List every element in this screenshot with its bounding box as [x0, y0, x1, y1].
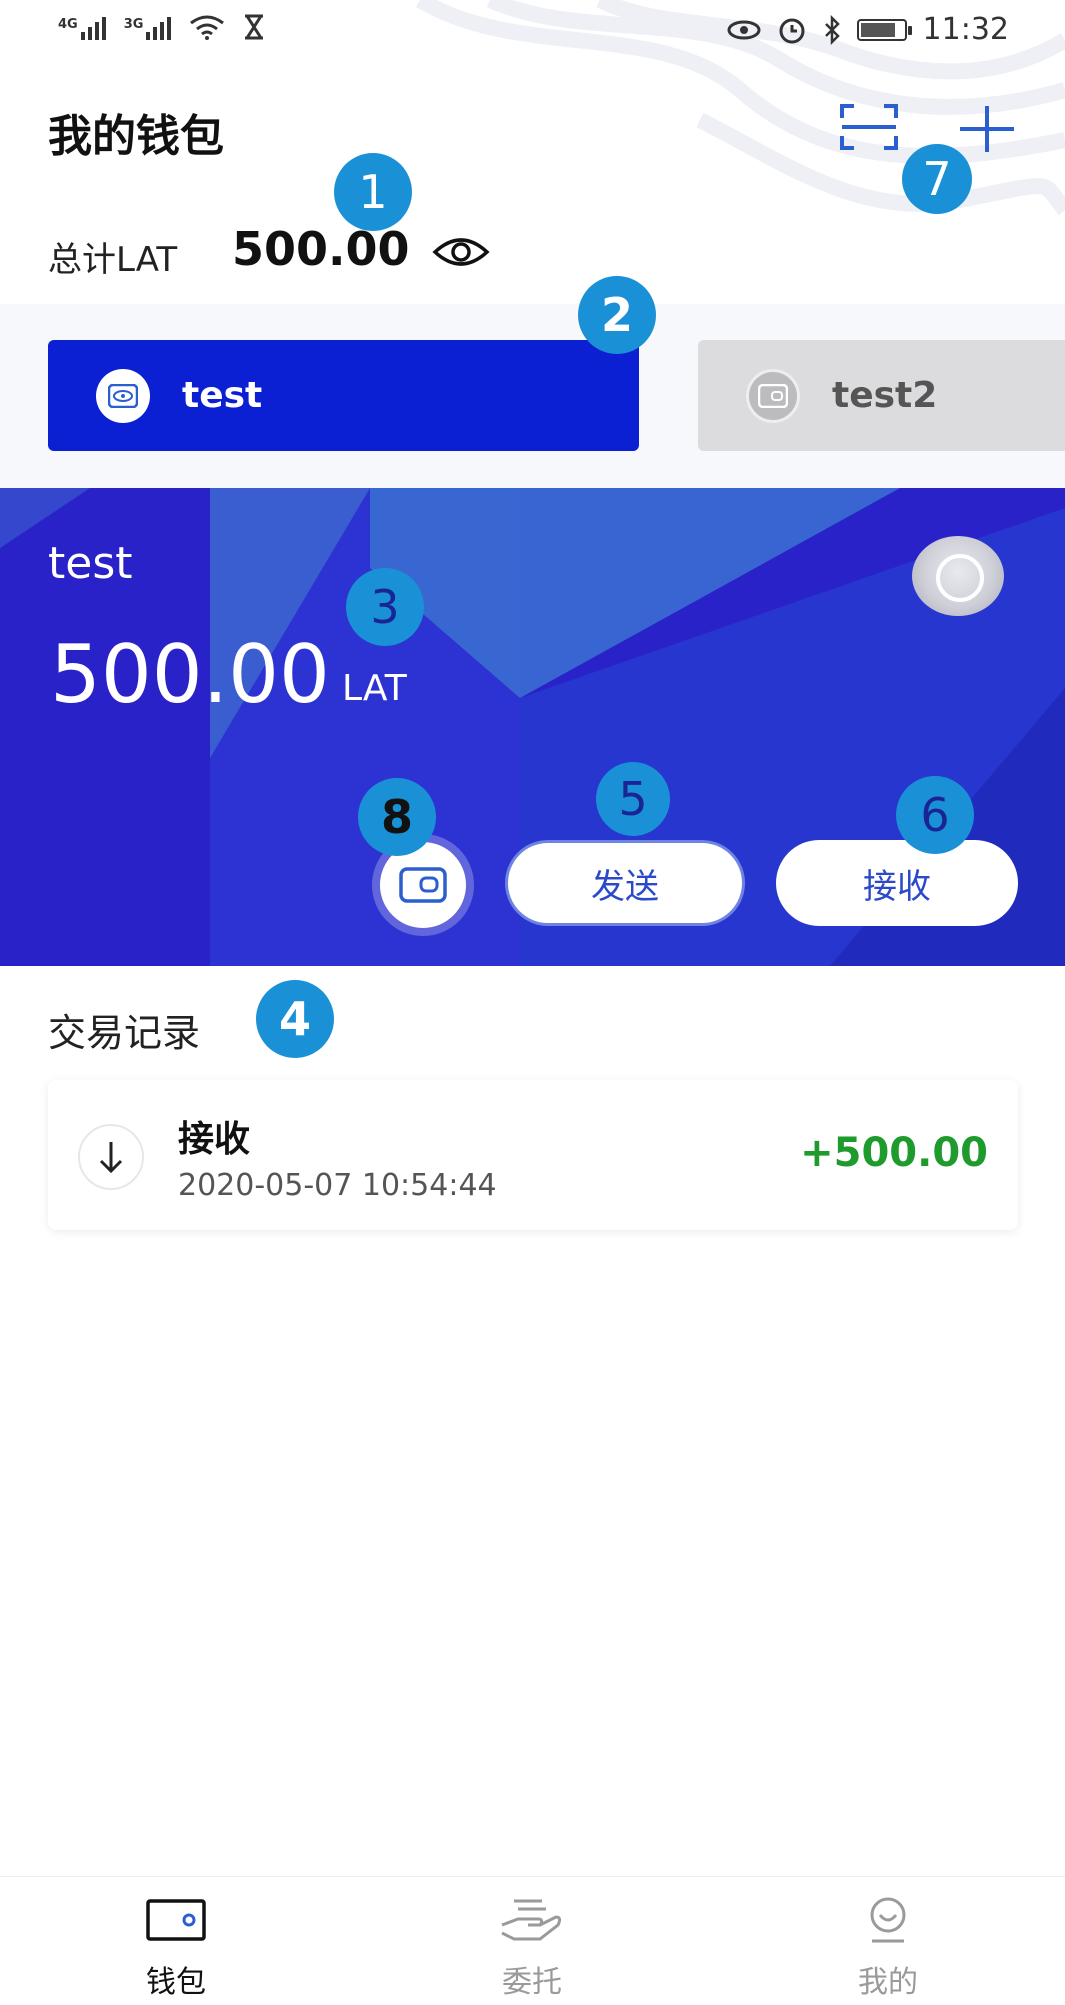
alarm-icon — [779, 18, 805, 43]
total-value: 500.00 — [232, 222, 410, 276]
wallet-card: test 500.00 LAT 发送 接收 — [0, 488, 1065, 966]
marker-2: 2 — [578, 276, 656, 354]
marker-4: 4 — [256, 980, 334, 1058]
wallet-tab-label: test2 — [832, 375, 938, 416]
transaction-type: 接收 — [178, 1119, 251, 1160]
wallet-icon — [399, 867, 447, 903]
network-type-2: 3G — [123, 17, 144, 32]
transaction-time: 2020-05-07 10:54:44 — [178, 1168, 497, 1203]
scan-icon[interactable] — [840, 104, 898, 150]
wallet-tab-test2[interactable]: test2 — [698, 340, 1065, 451]
wallet-tab-test[interactable]: test — [48, 340, 639, 451]
wallet-tab-label: test — [182, 375, 263, 416]
profile-icon — [870, 1897, 906, 1943]
page-title: 我的钱包 — [48, 111, 224, 162]
signal-icon: 3G — [124, 17, 172, 40]
receive-arrow-icon — [78, 1124, 144, 1190]
transaction-row[interactable]: 接收 2020-05-07 10:54:44 +500.00 — [48, 1080, 1018, 1230]
receive-button[interactable]: 接收 — [776, 840, 1018, 926]
marker-6: 6 — [896, 776, 974, 854]
delegate-hand-icon — [501, 1899, 562, 1941]
bluetooth-icon — [824, 14, 840, 45]
signal-icon: 4G — [58, 17, 106, 40]
send-button[interactable]: 发送 — [505, 840, 745, 926]
wallet-avatar — [96, 368, 150, 423]
status-right: 11:32 — [727, 12, 1009, 47]
marker-1: 1 — [334, 153, 412, 231]
wallet-coin-icon — [912, 536, 1004, 616]
status-left: 4G 3G — [58, 14, 265, 40]
nav-delegate[interactable]: 委托 — [432, 1895, 632, 2001]
transaction-amount: +500.00 — [800, 1130, 988, 1176]
nav-label: 钱包 — [146, 1965, 206, 2000]
wallet-eye-icon — [108, 383, 138, 408]
wallet-balance: 500.00 — [50, 628, 330, 721]
wallet-avatar — [746, 368, 800, 423]
status-time: 11:32 — [922, 12, 1009, 47]
transactions-title: 交易记录 — [48, 1011, 201, 1055]
wallet-icon — [758, 383, 788, 408]
wallet-screen: 4G 3G 11:32 我的钱包 总计LAT 500.00 test test2… — [0, 0, 1065, 2005]
wallet-nav-icon — [146, 1899, 206, 1941]
network-type-1: 4G — [58, 17, 78, 32]
wifi-icon — [190, 15, 225, 40]
battery-icon — [856, 18, 912, 41]
hourglass-icon — [245, 14, 264, 40]
wallet-name: test — [48, 538, 133, 589]
total-label: 总计LAT — [48, 240, 178, 280]
marker-8: 8 — [358, 778, 436, 856]
bottom-nav: 钱包 委托 我的 — [0, 1876, 1065, 2005]
nav-profile[interactable]: 我的 — [788, 1895, 988, 2001]
nav-label: 我的 — [858, 1965, 918, 2000]
nav-label: 委托 — [502, 1965, 562, 2000]
marker-7: 7 — [902, 144, 972, 214]
marker-5: 5 — [596, 762, 670, 836]
status-bar: 4G 3G 11:32 — [0, 0, 1065, 64]
wallet-unit: LAT — [342, 668, 407, 709]
marker-3: 3 — [346, 568, 424, 646]
eye-status-icon — [727, 20, 761, 39]
add-icon[interactable] — [958, 104, 1016, 154]
nav-wallet[interactable]: 钱包 — [76, 1895, 276, 2001]
eye-icon[interactable] — [432, 232, 490, 272]
